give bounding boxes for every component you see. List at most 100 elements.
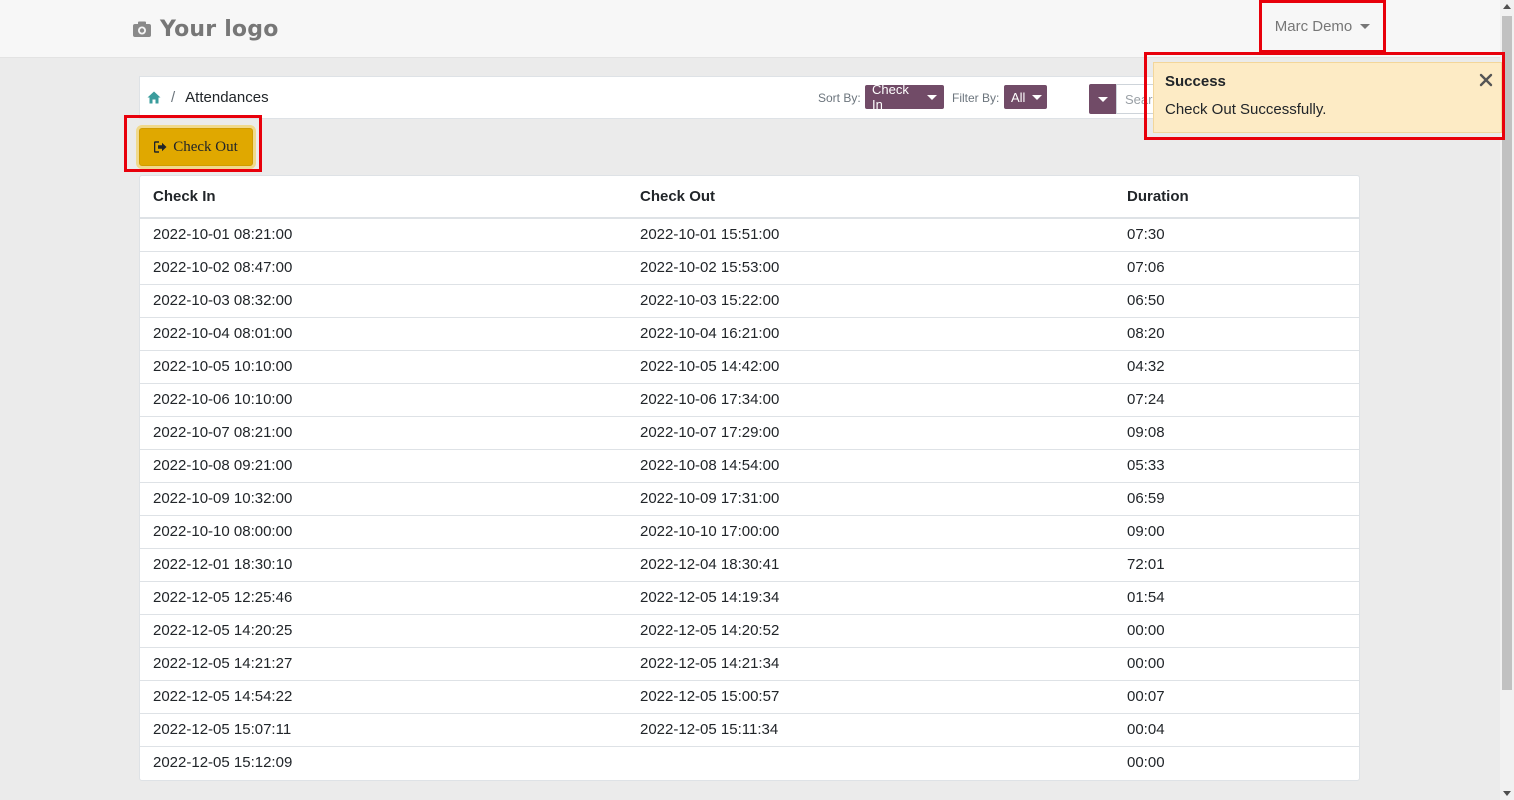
column-header-check-in: Check In — [140, 176, 627, 219]
cell-duration: 09:00 — [1114, 514, 1359, 548]
cell-duration: 07:30 — [1127, 226, 1165, 244]
cell-duration: 07:06 — [1114, 250, 1359, 284]
table-row[interactable]: 2022-10-10 08:00:00 2022-10-10 17:00:00 09… — [140, 514, 1359, 548]
cell-duration: 00:07 — [1114, 679, 1359, 713]
table-row[interactable]: 2022-10-06 10:10:00 2022-10-06 17:34:00 07… — [140, 382, 1359, 416]
cell-check-out: 2022-10-03 15:22:00 — [627, 283, 1114, 317]
filter-by-label: Filter By: — [952, 91, 1000, 105]
cell-check-in: 2022-12-05 14:54:22 — [140, 679, 627, 713]
success-notification: Success Check Out Successfully. — [1153, 62, 1502, 133]
attendance-table: Check In Check Out Duration 2022-10-01 0… — [140, 176, 1359, 779]
table-row[interactable]: 2022-12-05 15:12:09 00:00 — [140, 745, 1359, 779]
home-icon[interactable] — [147, 91, 161, 104]
cell-check-out: 2022-10-06 17:34:00 — [627, 382, 1114, 416]
cell-check-out: 2022-10-07 17:29:00 — [627, 415, 1114, 449]
sort-by-dropdown[interactable]: Check In — [865, 82, 944, 112]
cell-check-in: 2022-10-01 08:21:00 — [153, 226, 293, 244]
table-row[interactable]: 2022-10-02 08:47:00 2022-10-02 15:53:00 07… — [140, 250, 1359, 284]
table-row[interactable]: 2022-12-05 14:21:27 2022-12-05 14:21:34 00… — [140, 646, 1359, 680]
notification-message: Check Out Successfully. — [1165, 101, 1327, 118]
cell-check-out: 2022-10-05 14:42:00 — [627, 349, 1114, 383]
caret-down-icon — [1360, 24, 1371, 29]
notification-title: Success — [1165, 73, 1226, 90]
cell-check-out: 2022-12-05 15:00:57 — [627, 679, 1114, 713]
table-row[interactable]: 2022-12-05 14:20:25 2022-12-05 14:20:52 00… — [140, 613, 1359, 647]
user-name: Marc Demo — [1274, 18, 1353, 35]
check-out-label: Check Out — [173, 138, 238, 155]
cell-check-in: 2022-10-05 10:10:00 — [140, 349, 627, 383]
table-row[interactable]: 2022-10-03 08:32:00 2022-10-03 15:22:00 06… — [140, 283, 1359, 317]
table-row[interactable]: 2022-10-07 08:21:00 2022-10-07 17:29:00 09… — [140, 415, 1359, 449]
cell-check-in: 2022-10-08 09:21:00 — [140, 448, 627, 482]
cell-check-out: 2022-12-05 14:21:34 — [627, 646, 1114, 680]
cell-duration: 00:00 — [1114, 613, 1359, 647]
logo-text: Your logo — [160, 16, 279, 42]
table-row[interactable]: 2022-10-08 09:21:00 2022-10-08 14:54:00 05… — [140, 448, 1359, 482]
cell-check-in: 2022-12-05 15:07:11 — [140, 712, 627, 746]
attendance-table-card: Check In Check Out Duration 2022-10-01 0… — [139, 175, 1360, 781]
table-row[interactable]: 2022-10-01 08:21:00 2022-10-01 15:51:00 07… — [140, 218, 1359, 251]
sort-by-label: Sort By: — [818, 91, 861, 105]
cell-check-out — [627, 745, 1114, 779]
check-out-button[interactable]: Check Out — [139, 128, 253, 166]
cell-check-out: 2022-10-08 14:54:00 — [627, 448, 1114, 482]
cell-duration: 06:59 — [1114, 481, 1359, 515]
scroll-up-arrow-icon[interactable] — [1503, 4, 1511, 9]
sort-by-value: Check In — [872, 82, 909, 112]
cell-check-out: 2022-10-09 17:31:00 — [627, 481, 1114, 515]
camera-icon — [133, 21, 151, 37]
breadcrumb-separator: / — [171, 89, 176, 106]
cell-duration: 00:00 — [1114, 646, 1359, 680]
caret-down-icon — [927, 94, 937, 100]
cell-duration: 00:04 — [1114, 712, 1359, 746]
cell-check-in: 2022-10-03 08:32:00 — [140, 283, 627, 317]
cell-check-in: 2022-10-10 08:00:00 — [140, 514, 627, 548]
table-header-row: Check In Check Out Duration — [140, 176, 1359, 219]
cell-check-out: 2022-10-10 17:00:00 — [627, 514, 1114, 548]
table-row[interactable]: 2022-10-09 10:32:00 2022-10-09 17:31:00 06… — [140, 481, 1359, 515]
cell-duration: 00:00 — [1114, 745, 1359, 779]
table-row[interactable]: 2022-12-05 14:54:22 2022-12-05 15:00:57 00… — [140, 679, 1359, 713]
filter-by-value: All — [1011, 89, 1026, 105]
top-navbar: Your logo Marc Demo — [0, 0, 1500, 58]
cell-check-out: 2022-12-05 15:11:34 — [627, 712, 1114, 746]
table-row[interactable]: 2022-10-04 08:01:00 2022-10-04 16:21:00 08… — [140, 316, 1359, 350]
cell-duration: 01:54 — [1114, 580, 1359, 614]
breadcrumb: / Attendances — [147, 77, 269, 118]
sign-out-icon — [154, 141, 167, 153]
cell-check-in: 2022-10-07 08:21:00 — [140, 415, 627, 449]
cell-check-in: 2022-12-05 12:25:46 — [140, 580, 627, 614]
cell-check-out: 2022-12-04 18:30:41 — [627, 547, 1114, 581]
filter-by-dropdown[interactable]: All — [1004, 85, 1047, 109]
cell-check-out: 2022-10-01 15:51:00 — [640, 226, 780, 244]
cell-check-in: 2022-10-02 08:47:00 — [140, 250, 627, 284]
scroll-down-arrow-icon[interactable] — [1503, 791, 1511, 796]
breadcrumb-current: Attendances — [185, 89, 269, 106]
cell-duration: 05:33 — [1114, 448, 1359, 482]
cell-check-out: 2022-12-05 14:20:52 — [627, 613, 1114, 647]
user-menu-dropdown[interactable]: Marc Demo — [1259, 0, 1386, 53]
table-row[interactable]: 2022-12-05 12:25:46 2022-12-05 14:19:34 01… — [140, 580, 1359, 614]
caret-down-icon — [1032, 94, 1043, 100]
close-icon[interactable] — [1479, 73, 1493, 87]
column-header-check-out: Check Out — [627, 176, 1114, 219]
caret-down-icon — [1097, 96, 1108, 102]
search-options-button[interactable] — [1089, 84, 1116, 114]
cell-duration: 08:20 — [1114, 316, 1359, 350]
company-logo[interactable]: Your logo — [132, 14, 279, 44]
table-row[interactable]: 2022-12-05 15:07:11 2022-12-05 15:11:34 00… — [140, 712, 1359, 746]
cell-check-out: 2022-10-04 16:21:00 — [627, 316, 1114, 350]
column-header-duration: Duration — [1114, 176, 1359, 219]
cell-duration: 06:50 — [1114, 283, 1359, 317]
cell-duration: 04:32 — [1114, 349, 1359, 383]
cell-duration: 07:24 — [1114, 382, 1359, 416]
cell-check-out: 2022-10-02 15:53:00 — [627, 250, 1114, 284]
cell-check-out: 2022-12-05 14:19:34 — [627, 580, 1114, 614]
cell-duration: 72:01 — [1114, 547, 1359, 581]
cell-check-in: 2022-12-01 18:30:10 — [140, 547, 627, 581]
cell-check-in: 2022-10-04 08:01:00 — [140, 316, 627, 350]
table-row[interactable]: 2022-12-01 18:30:10 2022-12-04 18:30:41 72… — [140, 547, 1359, 581]
cell-duration: 09:08 — [1114, 415, 1359, 449]
table-row[interactable]: 2022-10-05 10:10:00 2022-10-05 14:42:00 04… — [140, 349, 1359, 383]
cell-check-in: 2022-10-06 10:10:00 — [140, 382, 627, 416]
